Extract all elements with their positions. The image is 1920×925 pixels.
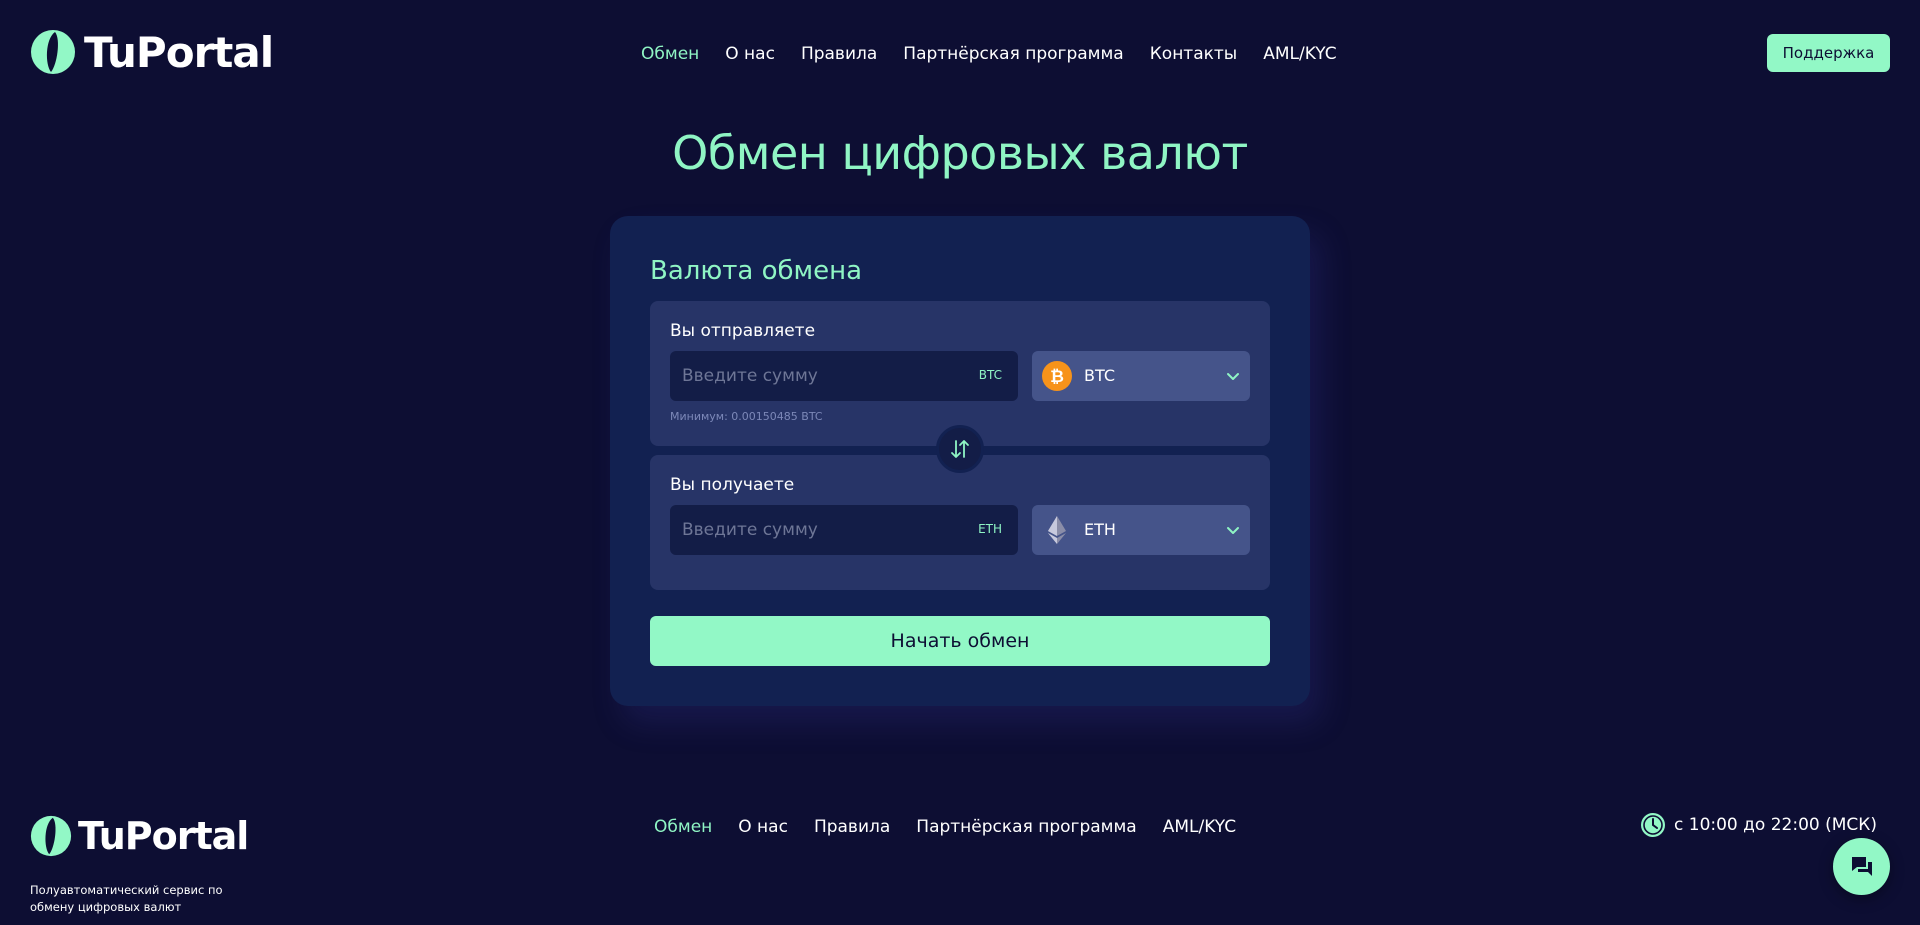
send-currency-label: BTC (1084, 366, 1115, 385)
exchange-card: Валюта обмена Вы отправляете BTC ₿ BTC М… (610, 216, 1310, 706)
receive-amount-box: ETH (670, 505, 1018, 555)
send-amount-input[interactable] (670, 351, 950, 401)
logo-text: TuPortal (84, 27, 274, 77)
ethereum-icon (1048, 516, 1066, 544)
footer-link-partner-program[interactable]: Партнёрская программа (916, 817, 1136, 837)
footer-link-aml-kyc[interactable]: AML/KYC (1163, 817, 1236, 837)
nav-link-partner-program[interactable]: Партнёрская программа (903, 44, 1123, 64)
nav-link-aml-kyc[interactable]: AML/KYC (1263, 44, 1336, 64)
receive-currency-label: ETH (1084, 520, 1116, 539)
logo-mark-icon (31, 30, 75, 74)
nav-link-contacts[interactable]: Контакты (1150, 44, 1238, 64)
send-minimum-note: Минимум: 0.00150485 BTC (670, 410, 823, 423)
nav-link-rules[interactable]: Правила (801, 44, 877, 64)
support-button[interactable]: Поддержка (1767, 34, 1890, 72)
working-hours: с 10:00 до 22:00 (МСК) (1640, 812, 1877, 838)
swap-arrows-icon (951, 440, 969, 458)
footer-tagline: Полуавтоматический сервис по обмену цифр… (30, 882, 250, 916)
page-title: Обмен цифровых валют (672, 126, 1248, 180)
receive-label: Вы получаете (670, 475, 795, 495)
send-currency-select[interactable]: ₿ BTC (1032, 351, 1250, 401)
nav-link-exchange[interactable]: Обмен (641, 44, 699, 64)
footer-link-exchange[interactable]: Обмен (654, 817, 712, 837)
logo-mark-icon (30, 815, 72, 857)
send-unit: BTC (978, 368, 1002, 382)
receive-unit: ETH (978, 522, 1002, 536)
footer-link-about[interactable]: О нас (738, 817, 788, 837)
footer-link-rules[interactable]: Правила (814, 817, 890, 837)
footer-logo[interactable]: TuPortal (30, 814, 249, 858)
chat-button[interactable] (1833, 838, 1890, 895)
footer-logo-text: TuPortal (78, 814, 249, 858)
nav-link-about[interactable]: О нас (725, 44, 775, 64)
svg-text:₿: ₿ (1050, 367, 1064, 387)
swap-currencies-button[interactable] (936, 425, 984, 473)
chevron-down-icon (1227, 527, 1239, 534)
footer-nav: Обмен О нас Правила Партнёрская программ… (654, 815, 1236, 839)
start-exchange-button[interactable]: Начать обмен (650, 616, 1270, 666)
chevron-down-icon (1227, 373, 1239, 380)
footer-tagline-line: обмену цифровых валют (30, 900, 182, 914)
receive-panel: Вы получаете ETH ETH (650, 455, 1270, 590)
clock-icon (1641, 813, 1665, 837)
receive-amount-input[interactable] (670, 505, 950, 555)
footer-tagline-line: Полуавтоматический сервис по (30, 883, 223, 897)
header-logo[interactable]: TuPortal (30, 27, 274, 77)
card-title: Валюта обмена (650, 256, 863, 286)
receive-currency-select[interactable]: ETH (1032, 505, 1250, 555)
working-hours-text: с 10:00 до 22:00 (МСК) (1674, 815, 1877, 835)
chat-icon (1851, 856, 1872, 876)
send-amount-box: BTC (670, 351, 1018, 401)
send-label: Вы отправляете (670, 321, 816, 341)
bitcoin-icon: ₿ (1042, 361, 1072, 391)
header-nav: Обмен О нас Правила Партнёрская программ… (641, 42, 1337, 66)
